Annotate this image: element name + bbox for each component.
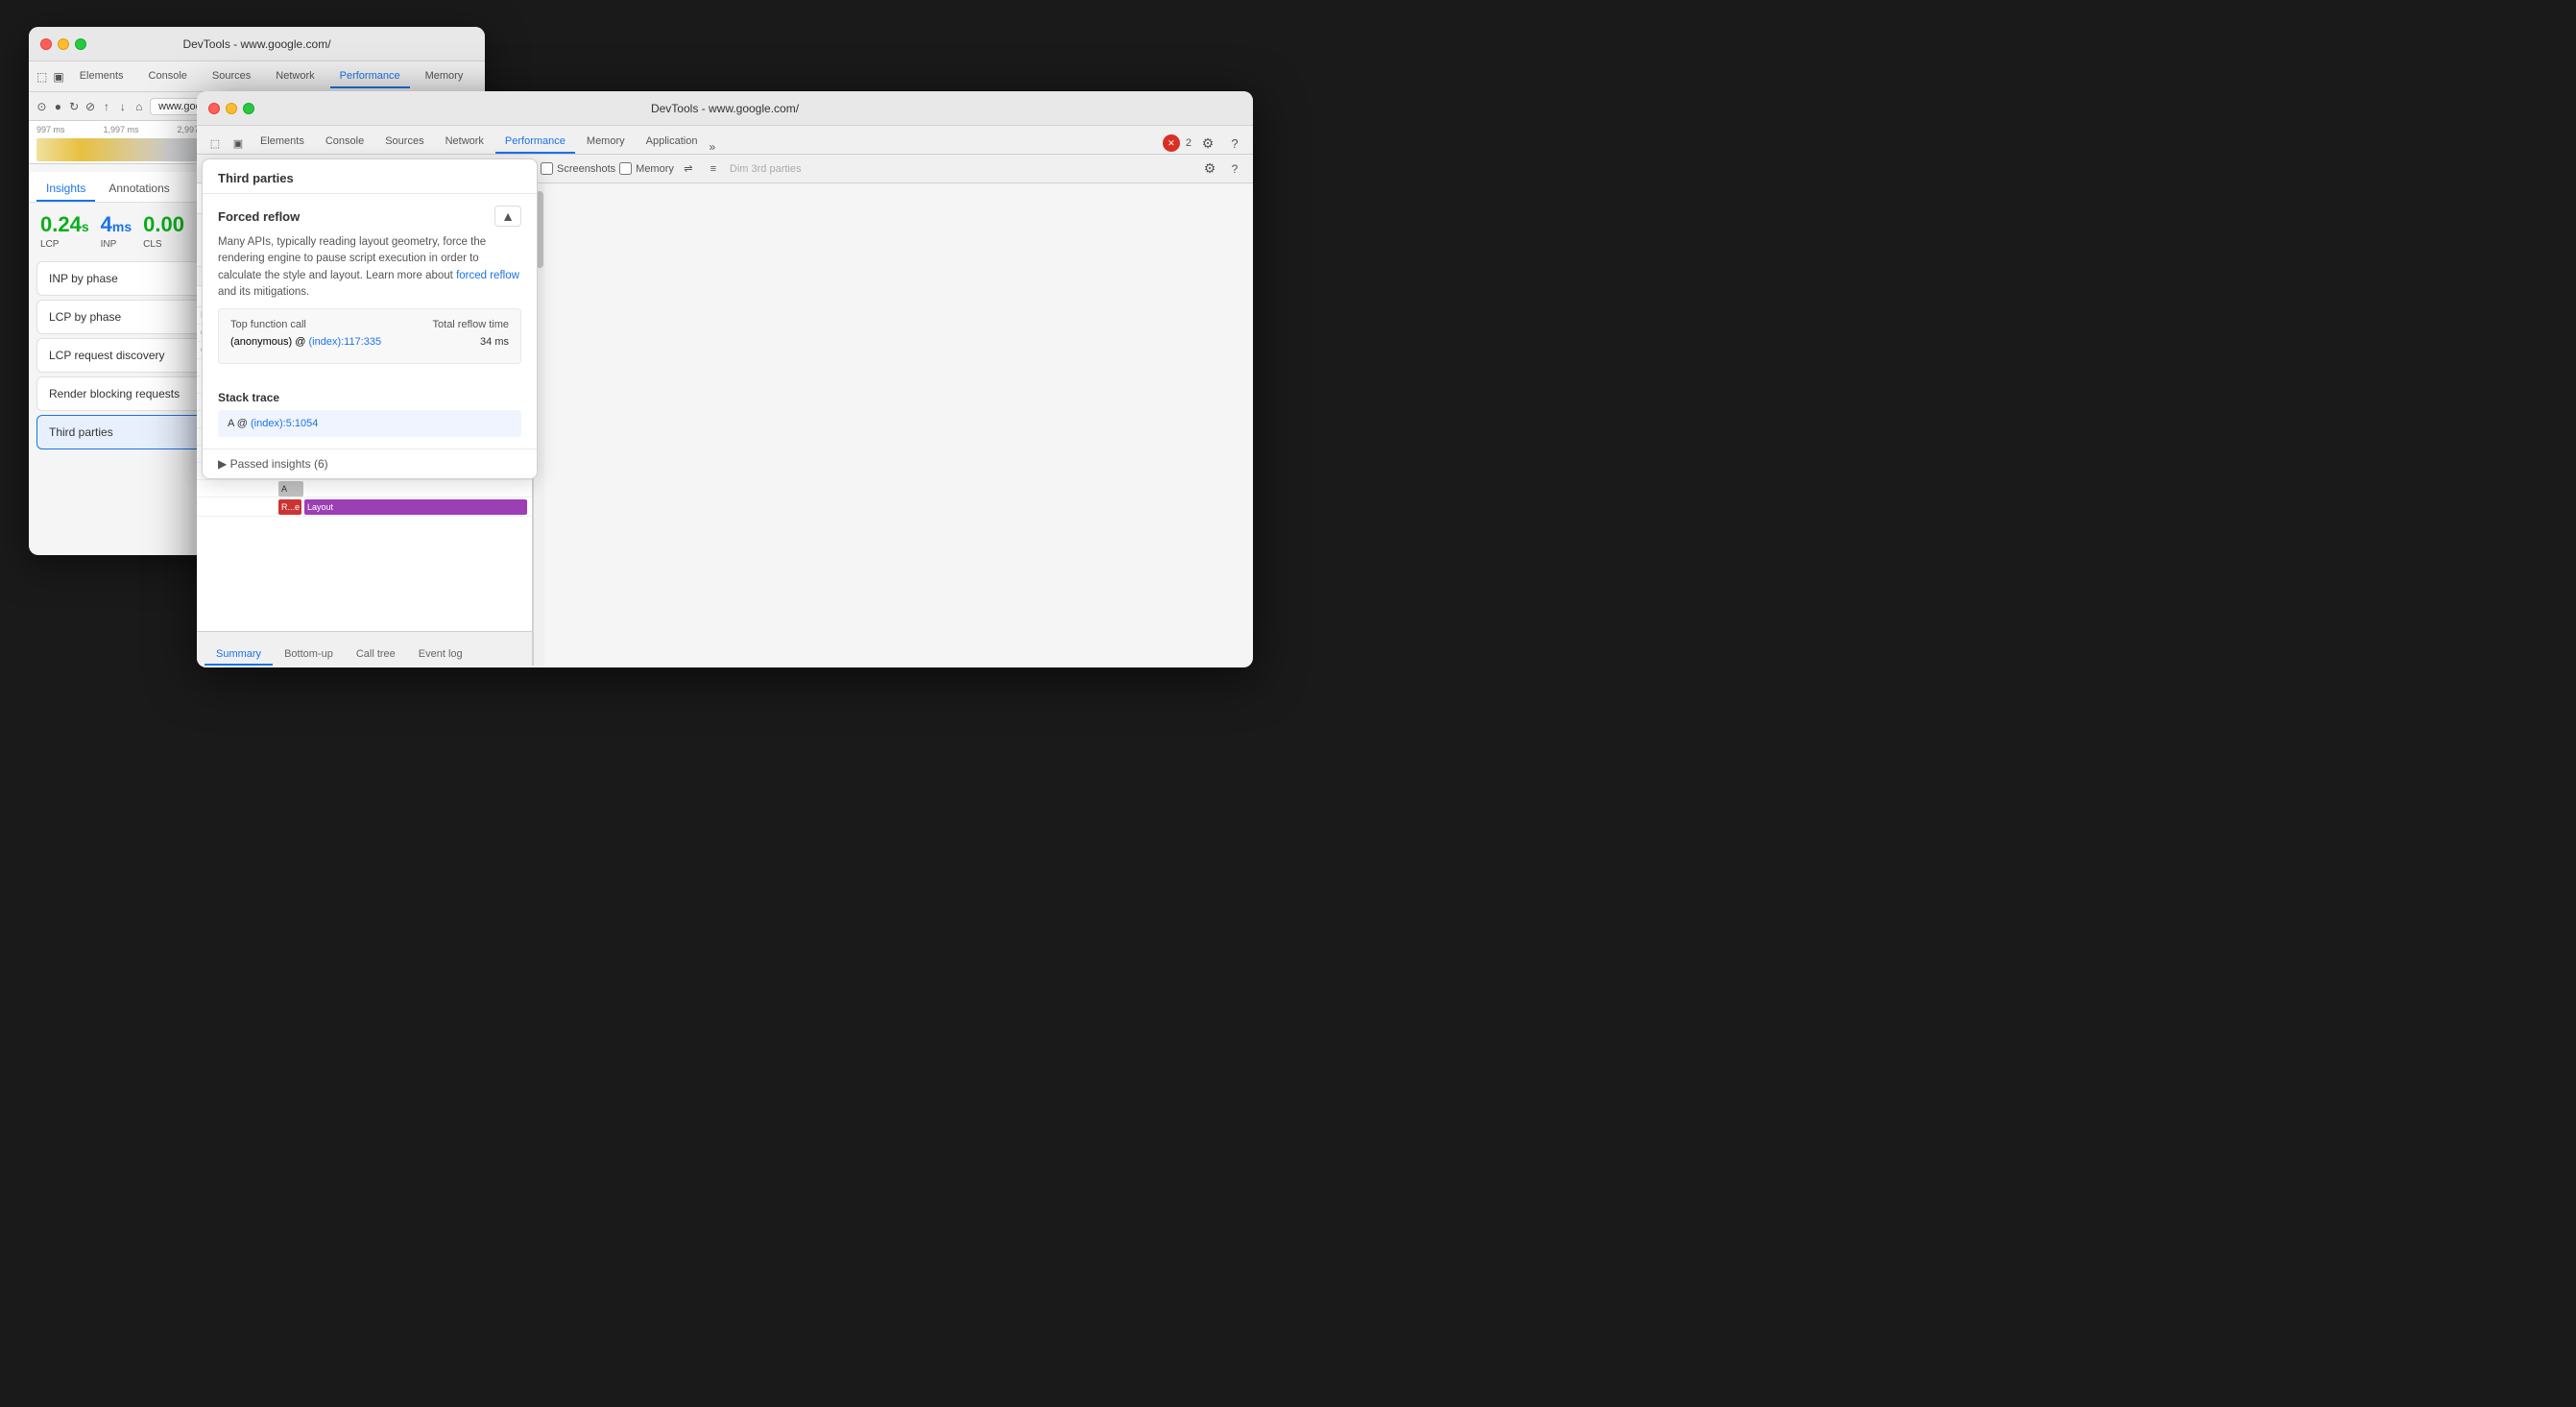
- back-ruler-2: 1,997 ms: [104, 125, 139, 134]
- back-ruler-1: 997 ms: [36, 125, 65, 134]
- front-title-bar: DevTools - www.google.com/: [197, 91, 1253, 126]
- forced-reflow-link[interactable]: forced reflow: [456, 270, 519, 281]
- back-tab-elements[interactable]: Elements: [70, 65, 133, 88]
- front-error-badge[interactable]: ✕: [1163, 134, 1180, 152]
- device-icon[interactable]: ▣: [53, 66, 63, 87]
- front-screenshots-checkbox[interactable]: Screenshots: [541, 162, 615, 175]
- back-insights-tab[interactable]: Insights: [36, 177, 95, 202]
- stack-trace-link[interactable]: (index):5:1054: [251, 418, 318, 429]
- insight-third-parties-label: Third parties: [218, 171, 294, 185]
- flame-layout-row: R...e Layout: [197, 497, 532, 517]
- back-tab-console[interactable]: Console: [139, 65, 197, 88]
- front-bottom-up[interactable]: Bottom-up: [273, 644, 345, 666]
- front-layers-icon[interactable]: ≡: [703, 158, 724, 180]
- function-info-vals: (anonymous) @ (index):117:335 34 ms: [230, 336, 509, 348]
- top-function-label: Top function call: [230, 319, 306, 330]
- close-button-front[interactable]: [208, 103, 220, 114]
- front-bottom-summary[interactable]: Summary: [205, 644, 273, 666]
- front-window-title: DevTools - www.google.com/: [651, 102, 799, 115]
- insight-card-header: Third parties: [203, 159, 537, 194]
- back-cls-val: 0.00: [143, 212, 184, 236]
- front-dev-tab-bar: ⬚ ▣ Elements Console Sources Network Per…: [197, 126, 1253, 155]
- flame-layout[interactable]: Layout: [304, 499, 527, 515]
- total-reflow-label: Total reflow time: [433, 319, 509, 330]
- back-window-title: DevTools - www.google.com/: [182, 37, 330, 51]
- back-tab-performance[interactable]: Performance: [330, 65, 410, 88]
- back-home-icon[interactable]: ⌂: [133, 96, 144, 117]
- traffic-lights-back: [40, 38, 86, 50]
- function-info-box: Top function call Total reflow time (ano…: [218, 308, 521, 364]
- back-download-icon[interactable]: ↓: [117, 96, 128, 117]
- back-tab-application[interactable]: Application: [478, 65, 485, 88]
- front-screenshots-input[interactable]: [541, 162, 553, 175]
- function-info-header: Top function call Total reflow time: [230, 319, 509, 330]
- back-tab-memory[interactable]: Memory: [416, 65, 473, 88]
- front-tab-elements[interactable]: Elements: [251, 131, 314, 154]
- maximize-button-front[interactable]: [243, 103, 254, 114]
- inspector-icon[interactable]: ⬚: [36, 66, 47, 87]
- front-perf-settings-icon[interactable]: ⚙: [1199, 158, 1220, 180]
- function-link[interactable]: (index):117:335: [308, 336, 381, 348]
- stack-trace-section: Stack trace A @ (index):5:1054: [203, 383, 537, 449]
- back-inp-metric: 4ms INP: [101, 212, 132, 250]
- back-annotations-tab[interactable]: Annotations: [99, 177, 179, 202]
- back-cls-label: CLS: [143, 239, 184, 250]
- function-name-val: (anonymous) @ (index):117:335: [230, 336, 381, 348]
- traffic-lights-front: [208, 103, 254, 114]
- forced-reflow-desc: Many APIs, typically reading layout geom…: [218, 234, 521, 301]
- insight-card: Third parties Forced reflow ▲ Many APIs,…: [202, 158, 538, 479]
- minimize-button-front[interactable]: [226, 103, 237, 114]
- front-tab-overflow[interactable]: »: [709, 140, 715, 154]
- flame-row-10: A: [197, 480, 532, 497]
- front-call-tree[interactable]: Call tree: [345, 644, 407, 666]
- front-event-log[interactable]: Event log: [407, 644, 474, 666]
- minimize-button-back[interactable]: [58, 38, 69, 50]
- maximize-button-back[interactable]: [75, 38, 86, 50]
- front-tab-sources[interactable]: Sources: [375, 131, 433, 154]
- flame-re[interactable]: R...e: [278, 499, 301, 515]
- passed-insights[interactable]: ▶ Passed insights (6): [203, 449, 537, 478]
- back-tab-network[interactable]: Network: [266, 65, 324, 88]
- forced-reflow-section: Forced reflow ▲ Many APIs, typically rea…: [203, 194, 537, 383]
- front-network-icon[interactable]: ⇌: [678, 158, 699, 180]
- front-memory-checkbox[interactable]: Memory: [619, 162, 674, 175]
- front-memory-input[interactable]: [619, 162, 632, 175]
- front-tab-performance[interactable]: Performance: [495, 131, 575, 154]
- back-dev-toolbar: ⬚ ▣ Elements Console Sources Network Per…: [29, 61, 485, 92]
- front-tab-memory[interactable]: Memory: [577, 131, 635, 154]
- front-error-count: 2: [1186, 137, 1192, 149]
- front-help-icon[interactable]: ?: [1224, 133, 1245, 154]
- front-perf-help-icon[interactable]: ?: [1224, 158, 1245, 180]
- front-inspector-icon[interactable]: ⬚: [205, 133, 226, 154]
- front-bottom-tabs: Summary Bottom-up Call tree Event log: [197, 631, 532, 666]
- reflow-time-val: 34 ms: [480, 336, 509, 348]
- front-tab-application[interactable]: Application: [637, 131, 708, 154]
- back-record-icon[interactable]: ⊙: [36, 96, 47, 117]
- front-device-icon[interactable]: ▣: [228, 133, 249, 154]
- stack-trace-label: Stack trace: [218, 391, 521, 404]
- back-cls-metric: 0.00 CLS: [143, 212, 184, 250]
- back-reload-icon[interactable]: ↻: [69, 96, 80, 117]
- back-upload-icon[interactable]: ↑: [102, 96, 112, 117]
- back-lcp-metric: 0.24s LCP: [40, 212, 89, 250]
- back-stop-icon[interactable]: ●: [53, 96, 63, 117]
- collapse-btn[interactable]: ▲: [494, 206, 521, 227]
- stack-trace-item: A @ (index):5:1054: [218, 410, 521, 437]
- front-tab-network[interactable]: Network: [436, 131, 494, 154]
- close-button-back[interactable]: [40, 38, 52, 50]
- front-settings-icon[interactable]: ⚙: [1197, 133, 1218, 154]
- flame-a[interactable]: A: [278, 481, 303, 497]
- back-title-bar: DevTools - www.google.com/: [29, 27, 485, 61]
- back-tab-sources[interactable]: Sources: [203, 65, 260, 88]
- front-tab-console[interactable]: Console: [316, 131, 373, 154]
- back-inp-val: 4ms: [101, 212, 132, 236]
- forced-reflow-title: Forced reflow ▲: [218, 206, 521, 227]
- back-clear-icon[interactable]: ⊘: [85, 96, 96, 117]
- front-dim-label[interactable]: Dim 3rd parties: [730, 163, 802, 175]
- back-lcp-label: LCP: [40, 239, 89, 250]
- back-inp-label: INP: [101, 239, 132, 250]
- back-lcp-val: 0.24s: [40, 212, 89, 236]
